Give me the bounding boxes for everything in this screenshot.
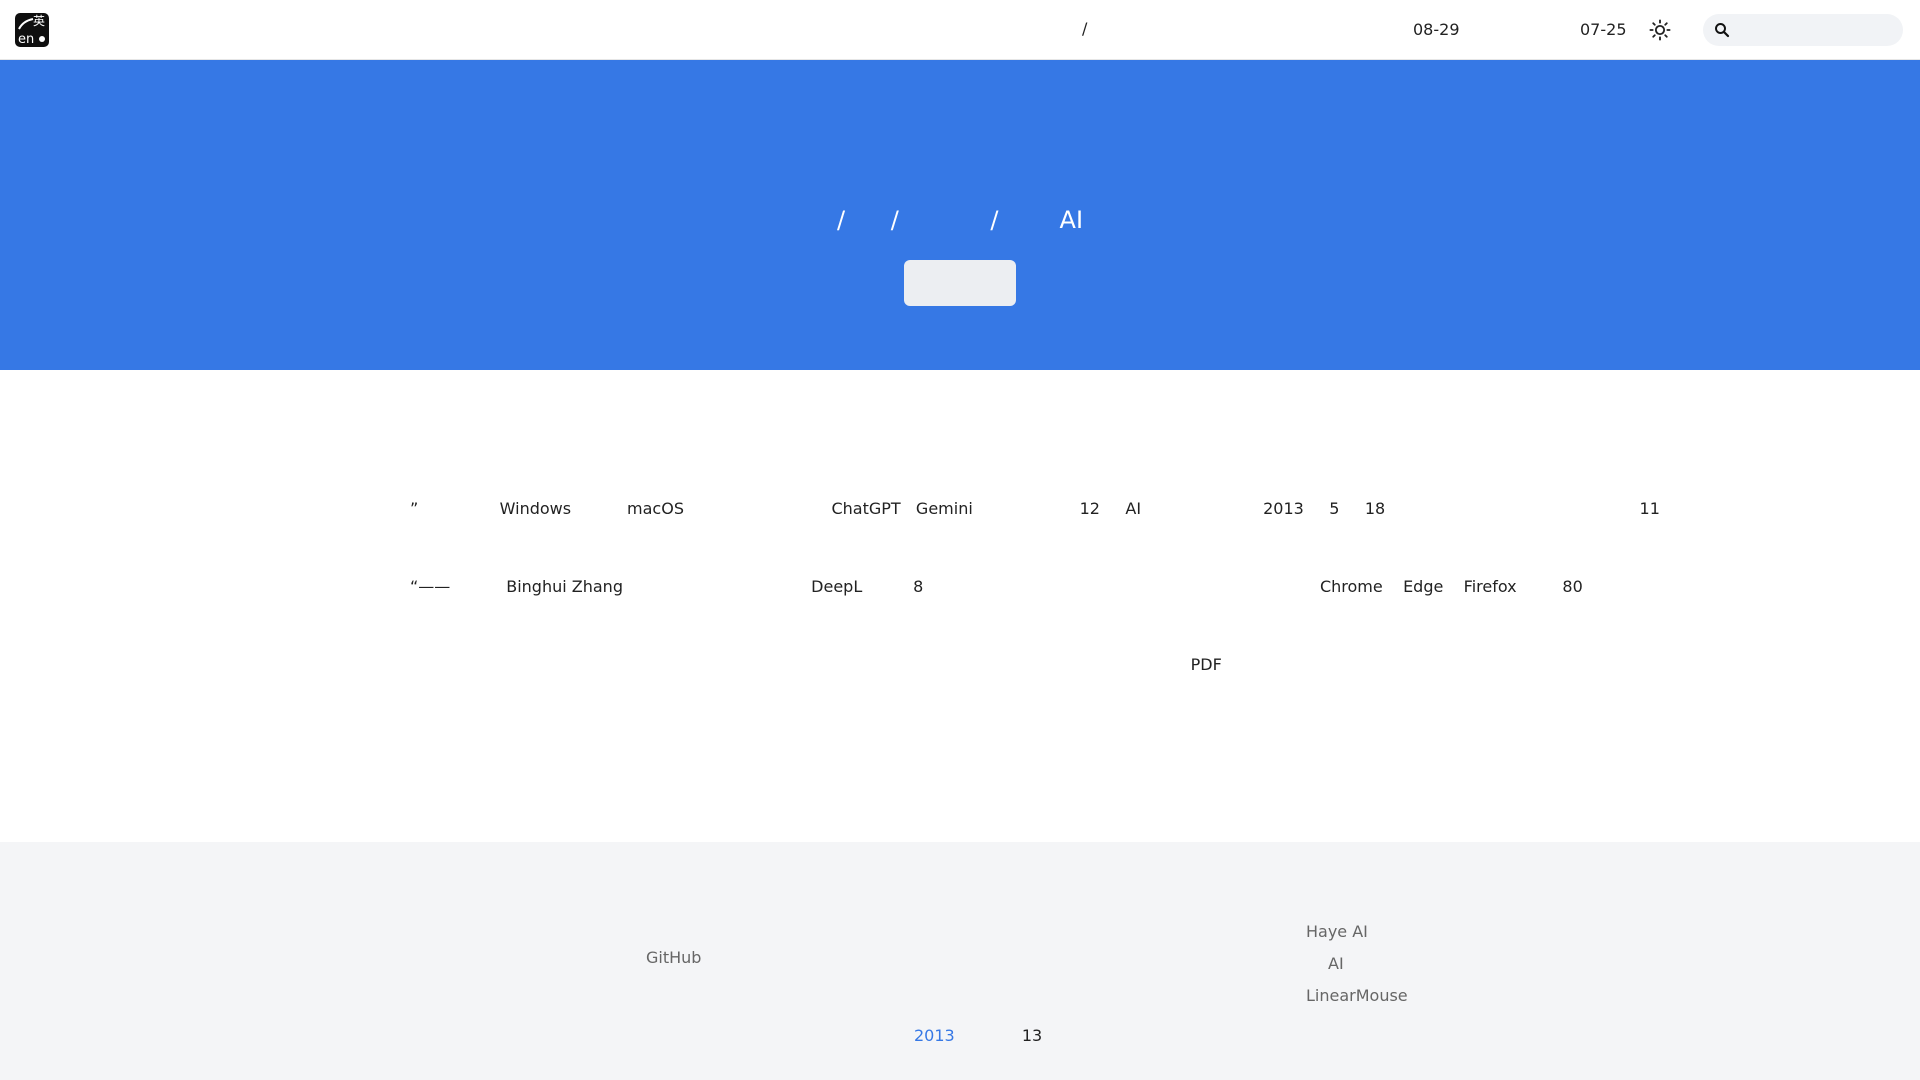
nav-separator: / xyxy=(1082,19,1088,38)
sun-icon xyxy=(1649,19,1671,41)
hero-banner: / / / AI xyxy=(0,60,1920,370)
footer-link-list: Haye AI AI LinearMouse xyxy=(1306,916,1408,1012)
footer-link-haye-ai[interactable]: Haye AI xyxy=(1306,916,1408,948)
hero-cta-button[interactable] xyxy=(904,260,1016,306)
search-box xyxy=(1703,14,1903,46)
logo-dot-icon xyxy=(39,36,45,42)
intro-line-3: PDF xyxy=(748,655,1222,674)
logo-zh-text: 英 xyxy=(32,14,45,28)
footer-github-link[interactable]: GitHub xyxy=(646,948,701,967)
intro-line-1: ” Windows macOS ChatGPT Gemini 12 AI 201… xyxy=(410,499,1660,518)
intro-paragraph: ” Windows macOS ChatGPT Gemini 12 AI 201… xyxy=(410,444,1660,704)
footer-link-ai[interactable]: AI xyxy=(1306,948,1408,980)
copyright-year-link[interactable]: 2013 xyxy=(914,1026,955,1045)
site-footer: GitHub Haye AI AI LinearMouse 2013 13 xyxy=(0,842,1920,1080)
footer-copyright: 2013 13 xyxy=(914,1026,1042,1045)
copyright-count: 13 xyxy=(1021,1026,1043,1045)
intro-line-2: “—— Binghui Zhang DeepL 8 Chrome Edge Fi… xyxy=(410,577,1583,596)
logo-en-text: en xyxy=(18,32,35,47)
footer-link-linearmouse[interactable]: LinearMouse xyxy=(1306,980,1408,1012)
top-navigation-bar: 英 en / 08-29 07-25 xyxy=(0,0,1920,60)
search-input[interactable] xyxy=(1737,14,1897,46)
site-logo[interactable]: 英 en xyxy=(15,13,49,47)
hero-title: / / / AI xyxy=(836,206,1084,234)
search-icon xyxy=(1715,23,1730,38)
nav-link-date-0725[interactable]: 07-25 xyxy=(1580,20,1627,39)
nav-link-date-0829[interactable]: 08-29 xyxy=(1413,20,1460,39)
theme-toggle-button[interactable] xyxy=(1648,18,1672,42)
